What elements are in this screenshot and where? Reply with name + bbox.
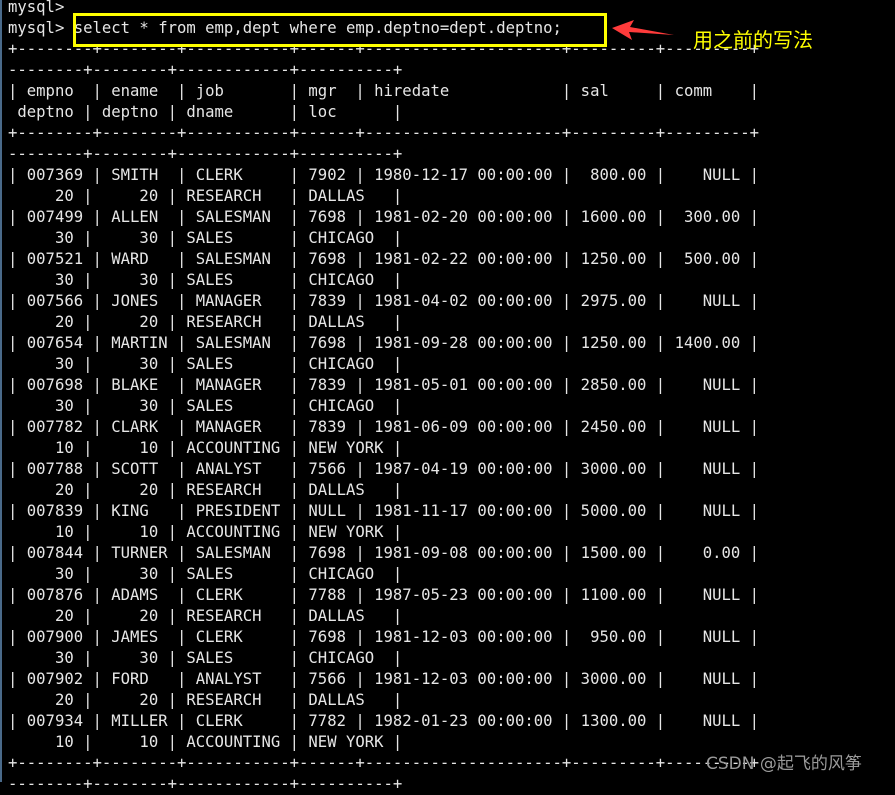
table-row: | 007521 | WARD | SALESMAN | 7698 | 1981… bbox=[8, 250, 760, 268]
table-row: | 007369 | SMITH | CLERK | 7902 | 1980-1… bbox=[8, 166, 760, 184]
table-row: 30 | 30 | SALES | CHICAGO | bbox=[8, 271, 403, 289]
table-row: | 007934 | MILLER | CLERK | 7782 | 1982-… bbox=[8, 712, 760, 730]
table-row: 10 | 10 | ACCOUNTING | NEW YORK | bbox=[8, 439, 403, 457]
terminal-output[interactable]: mysql> mysql> select * from emp,dept wher… bbox=[8, 0, 759, 795]
annotation-label: 用之前的写法 bbox=[693, 28, 813, 52]
table-row: 30 | 30 | SALES | CHICAGO | bbox=[8, 397, 403, 415]
arrow-shape bbox=[612, 20, 674, 40]
table-row: | 007900 | JAMES | CLERK | 7698 | 1981-1… bbox=[8, 628, 760, 646]
table-border: --------+--------+------------+---------… bbox=[8, 145, 403, 163]
table-border: +--------+--------+-----------+------+--… bbox=[8, 754, 760, 772]
table-row: 30 | 30 | SALES | CHICAGO | bbox=[8, 229, 403, 247]
table-row: 30 | 30 | SALES | CHICAGO | bbox=[8, 565, 403, 583]
table-row: | 007839 | KING | PRESIDENT | NULL | 198… bbox=[8, 502, 760, 520]
table-row: | 007499 | ALLEN | SALESMAN | 7698 | 198… bbox=[8, 208, 760, 226]
query-highlight-box bbox=[73, 13, 607, 47]
table-row: | 007788 | SCOTT | ANALYST | 7566 | 1987… bbox=[8, 460, 760, 478]
table-row: 10 | 10 | ACCOUNTING | NEW YORK | bbox=[8, 733, 403, 751]
table-row: 20 | 20 | RESEARCH | DALLAS | bbox=[8, 187, 403, 205]
csdn-watermark: CSDN @起飞的风筝 bbox=[706, 754, 862, 774]
table-row: 20 | 20 | RESEARCH | DALLAS | bbox=[8, 481, 403, 499]
table-row: 20 | 20 | RESEARCH | DALLAS | bbox=[8, 313, 403, 331]
table-row: | 007566 | JONES | MANAGER | 7839 | 1981… bbox=[8, 292, 760, 310]
table-row: 20 | 20 | RESEARCH | DALLAS | bbox=[8, 691, 403, 709]
table-row: | 007844 | TURNER | SALESMAN | 7698 | 19… bbox=[8, 544, 760, 562]
table-border: --------+--------+------------+---------… bbox=[8, 775, 403, 793]
table-row: | 007698 | BLAKE | MANAGER | 7839 | 1981… bbox=[8, 376, 760, 394]
table-row: 10 | 10 | ACCOUNTING | NEW YORK | bbox=[8, 523, 403, 541]
table-row: | 007782 | CLARK | MANAGER | 7839 | 1981… bbox=[8, 418, 760, 436]
table-header: deptno | deptno | dname | loc | bbox=[8, 103, 403, 121]
window-left-border bbox=[0, 0, 2, 782]
table-row: 30 | 30 | SALES | CHICAGO | bbox=[8, 649, 403, 667]
table-row: | 007654 | MARTIN | SALESMAN | 7698 | 19… bbox=[8, 334, 760, 352]
table-header: | empno | ename | job | mgr | hiredate |… bbox=[8, 82, 760, 100]
red-arrow-icon bbox=[612, 20, 674, 40]
table-row: | 007902 | FORD | ANALYST | 7566 | 1981-… bbox=[8, 670, 760, 688]
table-border: +--------+--------+-----------+------+--… bbox=[8, 124, 760, 142]
table-border: --------+--------+------------+---------… bbox=[8, 61, 403, 79]
table-row: 30 | 30 | SALES | CHICAGO | bbox=[8, 355, 403, 373]
table-row: 20 | 20 | RESEARCH | DALLAS | bbox=[8, 607, 403, 625]
table-row: | 007876 | ADAMS | CLERK | 7788 | 1987-0… bbox=[8, 586, 760, 604]
